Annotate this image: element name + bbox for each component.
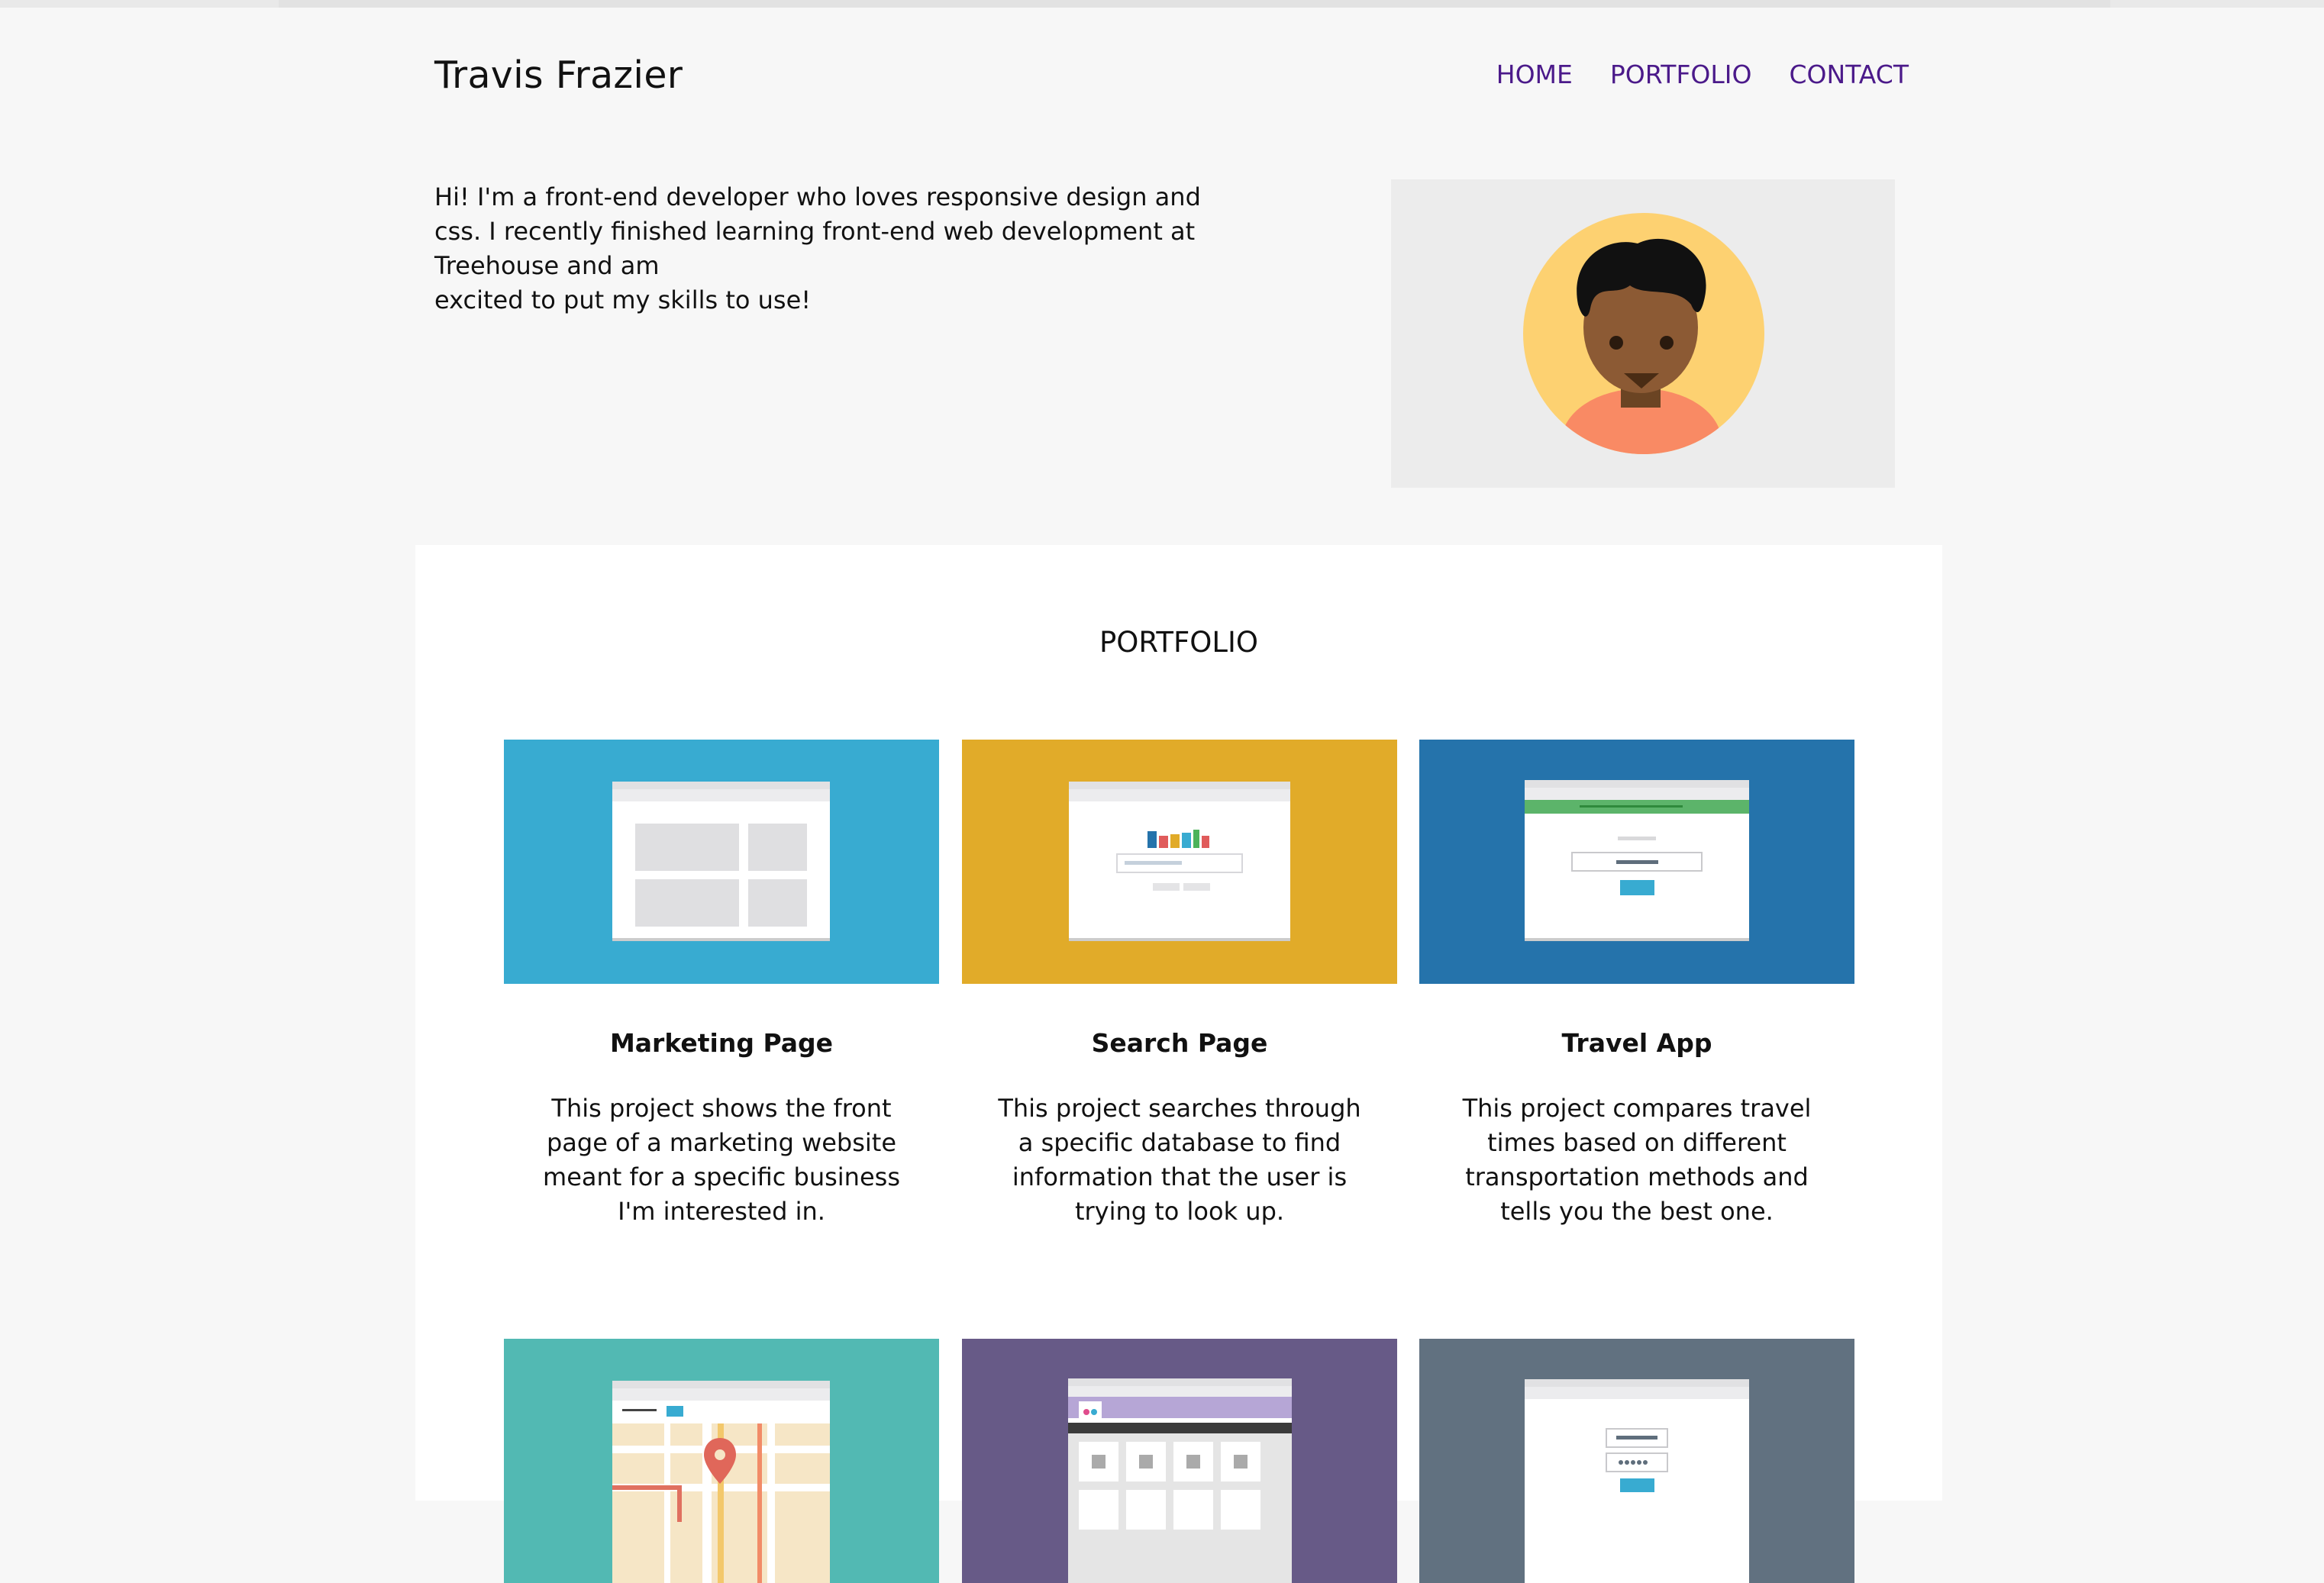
avatar-icon bbox=[1523, 213, 1764, 454]
nav-contact-link[interactable]: CONTACT bbox=[1790, 60, 1909, 89]
marketing-page-preview-icon bbox=[612, 782, 830, 941]
project-title: Travel App bbox=[1561, 1028, 1712, 1058]
map-app-preview-icon bbox=[612, 1381, 830, 1583]
browser-top-edge bbox=[0, 0, 2324, 8]
project-thumbnail[interactable] bbox=[1419, 1339, 1854, 1583]
intro-line: Treehouse and am bbox=[434, 251, 660, 280]
intro-line: excited to put my skills to use! bbox=[434, 285, 812, 314]
login-form-preview-icon bbox=[1525, 1379, 1749, 1583]
portfolio-section: PORTFOLIO Marketing Page This project sh… bbox=[415, 545, 1942, 1583]
project-description: This project compares travel times based… bbox=[1462, 1094, 1812, 1226]
intro-line: Hi! I'm a front-end developer who loves … bbox=[434, 182, 1201, 211]
project-description: This project searches through a specific… bbox=[998, 1094, 1361, 1226]
project-thumbnail[interactable] bbox=[504, 740, 939, 984]
main-nav: HOME PORTFOLIO CONTACT bbox=[1496, 60, 1909, 89]
project-card[interactable]: Marketing Page This project shows the fr… bbox=[504, 740, 939, 1229]
photo-gallery-preview-icon bbox=[1068, 1378, 1292, 1583]
project-title: Search Page bbox=[1091, 1028, 1268, 1058]
project-card[interactable] bbox=[1419, 1339, 1854, 1583]
intro-text: Hi! I'm a front-end developer who loves … bbox=[434, 180, 1201, 318]
project-thumbnail[interactable] bbox=[1419, 740, 1854, 984]
site-title: Travis Frazier bbox=[434, 53, 683, 97]
project-description: This project shows the front page of a m… bbox=[543, 1094, 900, 1226]
project-card[interactable] bbox=[962, 1339, 1397, 1583]
project-card[interactable] bbox=[504, 1339, 939, 1583]
search-page-preview-icon bbox=[1069, 782, 1290, 941]
project-thumbnail[interactable] bbox=[962, 1339, 1397, 1583]
nav-home-link[interactable]: HOME bbox=[1496, 60, 1573, 89]
project-title: Marketing Page bbox=[609, 1028, 834, 1058]
project-card[interactable]: Search Page This project searches throug… bbox=[962, 740, 1397, 1229]
travel-app-preview-icon bbox=[1525, 780, 1749, 941]
project-card[interactable]: Travel App This project compares travel … bbox=[1419, 740, 1854, 1229]
project-thumbnail[interactable] bbox=[962, 740, 1397, 984]
portfolio-heading: PORTFOLIO bbox=[1099, 626, 1259, 659]
intro-line: css. I recently finished learning front-… bbox=[434, 217, 1196, 246]
nav-portfolio-link[interactable]: PORTFOLIO bbox=[1610, 60, 1752, 89]
project-thumbnail[interactable] bbox=[504, 1339, 939, 1583]
avatar-panel bbox=[1391, 179, 1895, 488]
